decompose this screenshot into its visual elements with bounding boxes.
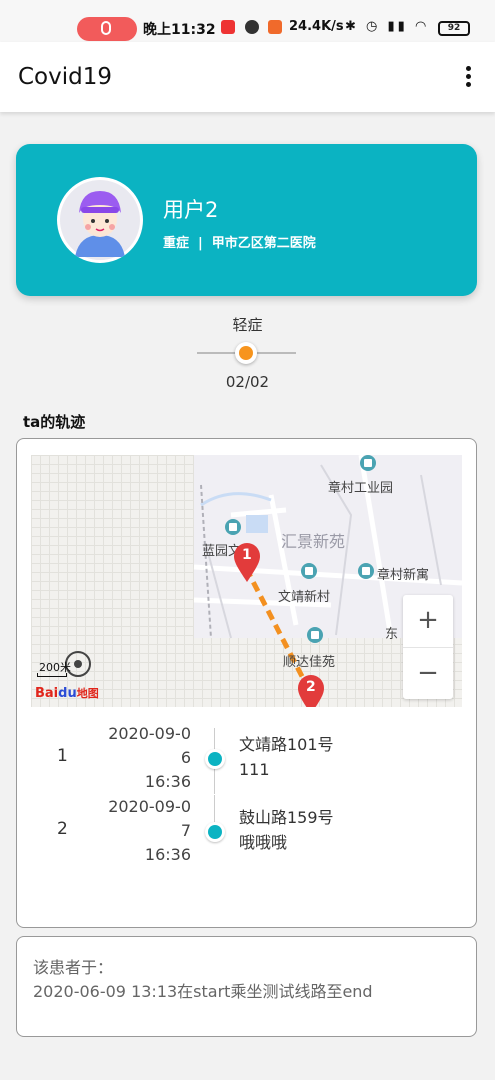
app-bar: Covid19 [0, 42, 495, 112]
patient-name: 用户2 [163, 198, 219, 222]
severity-slider-thumb[interactable] [235, 342, 257, 364]
timeline-date: 2020-09-0 7 16:36 [77, 795, 191, 867]
timeline-date-line-3: 16:36 [144, 845, 191, 864]
map-label-wenjing: 文靖新村 [278, 590, 331, 605]
timeline-index: 2 [57, 819, 68, 839]
map-scale-bar [37, 673, 67, 677]
poi-icon [360, 455, 376, 471]
note-title: 该患者于： [33, 958, 114, 977]
marker-1-label: 1 [242, 547, 252, 563]
status-time: 晚上11:32 [143, 22, 216, 38]
track-map[interactable]: 章村工业园 汇景新苑 蓝园文路 章村新寓 文靖新村 东 顺达佳苑 1 2 + −… [31, 455, 462, 707]
patient-info: 重症 | 甲市乙区第二医院 [163, 232, 316, 251]
marker-2-label: 2 [306, 679, 316, 695]
travel-note-card: 该患者于： 2020-06-09 13:13在start乘坐测试线路至end [16, 936, 477, 1037]
timeline-item[interactable]: 1 2020-09-0 6 16:36 文靖路101号 111 [17, 722, 476, 794]
poi-icon [301, 563, 317, 579]
timeline-note-text: 哦哦哦 [239, 833, 288, 852]
map-label-dong: 东 [385, 627, 399, 642]
poi-icon [307, 627, 323, 643]
baidu-logo-cn: 地图 [76, 687, 99, 700]
avatar [57, 177, 143, 263]
timeline-date-line-2: 7 [180, 821, 191, 840]
info-separator: | [198, 236, 203, 251]
map-zoom-controls: + − [403, 595, 453, 699]
timeline-address: 鼓山路159号 哦哦哦 [239, 805, 334, 855]
timeline-date-line-2: 6 [180, 748, 191, 767]
app-notification-icon [221, 20, 235, 34]
battery-indicator: 92 [438, 21, 470, 36]
patient-profile-card: 用户2 重症 | 甲市乙区第二医院 [16, 144, 477, 296]
app-title: Covid19 [18, 64, 112, 90]
timeline-address-text: 文靖路101号 [239, 735, 334, 754]
timeline-dot [205, 822, 225, 842]
microphone-icon [101, 21, 111, 35]
baidu-logo-text: Bai [35, 686, 59, 701]
severity-label: 轻症 [232, 316, 263, 334]
poi-icon [358, 563, 374, 579]
timeline-date-line-1: 2020-09-0 [108, 797, 191, 816]
track-section-title: ta的轨迹 [23, 413, 86, 431]
avatar-illustration [60, 180, 140, 260]
timeline-dot [205, 749, 225, 769]
map-label-huijing: 汇景新苑 [281, 532, 346, 551]
hospital-name: 甲市乙区第二医院 [211, 236, 316, 251]
status-icons: ✱ ◷ ▮▮ ◠ [345, 19, 430, 34]
timeline-address: 文靖路101号 111 [239, 732, 334, 782]
network-speed: 24.4K/s [289, 19, 344, 34]
map-label-zhangcun-xinyu: 章村新寓 [377, 568, 430, 583]
qq-icon [245, 20, 259, 34]
page-indicator: 02/02 [225, 373, 270, 391]
more-vertical-icon[interactable] [458, 64, 478, 92]
severity-status: 重症 [163, 236, 190, 251]
timeline-address-text: 鼓山路159号 [239, 808, 334, 827]
microphone-indicator[interactable] [77, 17, 137, 41]
status-bar: 晚上11:32 24.4K/s ✱ ◷ ▮▮ ◠ 92 [0, 0, 495, 42]
poi-icon [225, 519, 241, 535]
timeline-date-line-3: 16:36 [144, 772, 191, 791]
timeline-item[interactable]: 2 2020-09-0 7 16:36 鼓山路159号 哦哦哦 [17, 795, 476, 867]
timeline-note-text: 111 [239, 760, 270, 779]
baidu-logo-paw: du [58, 686, 77, 701]
baidu-map-logo: Baidu地图 [35, 685, 99, 701]
video-notification-icon [268, 20, 282, 34]
map-label-zhangcun-park: 章村工业园 [328, 481, 394, 496]
timeline-index: 1 [57, 746, 68, 766]
timeline-date: 2020-09-0 6 16:36 [77, 722, 191, 794]
zoom-out-button[interactable]: − [403, 647, 453, 699]
note-body: 2020-06-09 13:13在start乘坐测试线路至end [33, 982, 373, 1001]
map-label-shunda: 顺达佳苑 [283, 655, 336, 670]
zoom-in-button[interactable]: + [403, 595, 453, 647]
timeline-date-line-1: 2020-09-0 [108, 724, 191, 743]
